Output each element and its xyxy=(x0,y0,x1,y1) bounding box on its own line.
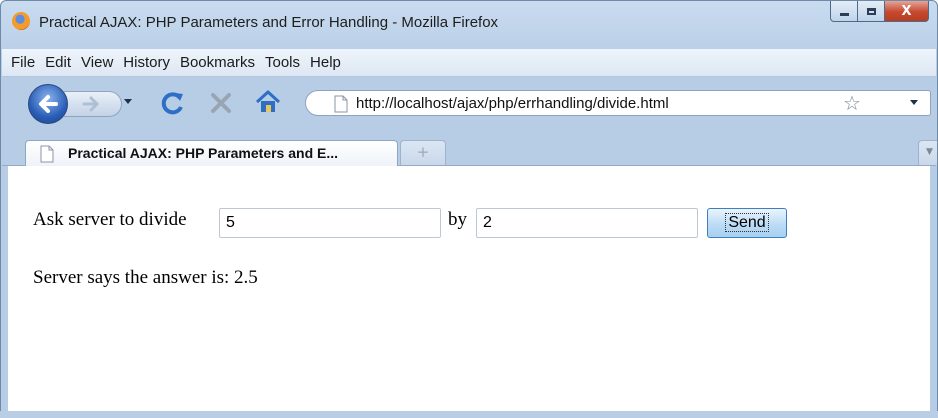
browser-window: Practical AJAX: PHP Parameters and Error… xyxy=(0,0,938,418)
back-icon xyxy=(39,95,58,113)
menu-bar: File Edit View History Bookmarks Tools H… xyxy=(2,49,936,77)
firefox-icon xyxy=(12,12,30,30)
by-label: by xyxy=(448,209,467,230)
tab-strip: Practical AJAX: PHP Parameters and E... … xyxy=(2,135,937,166)
menu-file[interactable]: File xyxy=(7,54,41,71)
minimize-icon xyxy=(839,12,849,16)
maximize-icon xyxy=(866,7,876,15)
navigation-toolbar: http://localhost/ajax/php/errhandling/di… xyxy=(2,78,936,128)
reload-icon[interactable] xyxy=(160,90,186,116)
window-controls: X xyxy=(830,1,929,22)
maximize-button[interactable] xyxy=(858,1,885,22)
page-icon xyxy=(40,145,54,163)
dividend-input[interactable] xyxy=(219,208,441,238)
back-button[interactable] xyxy=(28,84,68,124)
menu-history[interactable]: History xyxy=(119,54,176,71)
divisor-input[interactable] xyxy=(476,208,698,238)
send-button[interactable]: Send xyxy=(707,208,787,238)
url-bar[interactable]: http://localhost/ajax/php/errhandling/di… xyxy=(305,90,931,116)
window-title: Practical AJAX: PHP Parameters and Error… xyxy=(39,14,499,31)
tab-list-dropdown-icon[interactable]: ▼ xyxy=(918,140,937,165)
prompt-label: Ask server to divide xyxy=(33,209,187,230)
close-icon: X xyxy=(901,3,912,19)
window-bottom-border xyxy=(0,411,938,418)
menu-help[interactable]: Help xyxy=(306,54,347,71)
page-content: Ask server to divide by Send Server says… xyxy=(8,166,930,412)
home-icon[interactable] xyxy=(255,90,281,114)
server-answer: Server says the answer is: 2.5 xyxy=(33,267,258,288)
menu-edit[interactable]: Edit xyxy=(41,54,77,71)
url-dropdown-icon[interactable] xyxy=(909,99,919,107)
close-button[interactable]: X xyxy=(885,1,929,22)
page-icon xyxy=(334,95,348,113)
minimize-button[interactable] xyxy=(830,1,858,22)
stop-icon[interactable] xyxy=(210,92,232,114)
url-text[interactable]: http://localhost/ajax/php/errhandling/di… xyxy=(356,95,669,112)
tab-active[interactable]: Practical AJAX: PHP Parameters and E... xyxy=(25,140,398,166)
new-tab-button[interactable]: + xyxy=(400,140,446,165)
forward-icon xyxy=(82,96,100,112)
tab-label: Practical AJAX: PHP Parameters and E... xyxy=(68,145,339,161)
send-button-label: Send xyxy=(725,213,769,232)
title-bar: Practical AJAX: PHP Parameters and Error… xyxy=(1,1,937,47)
history-dropdown-icon[interactable] xyxy=(123,98,133,106)
bookmark-star-icon[interactable]: ☆ xyxy=(843,92,861,114)
menu-view[interactable]: View xyxy=(77,54,119,71)
menu-bookmarks[interactable]: Bookmarks xyxy=(176,54,261,71)
menu-tools[interactable]: Tools xyxy=(261,54,306,71)
